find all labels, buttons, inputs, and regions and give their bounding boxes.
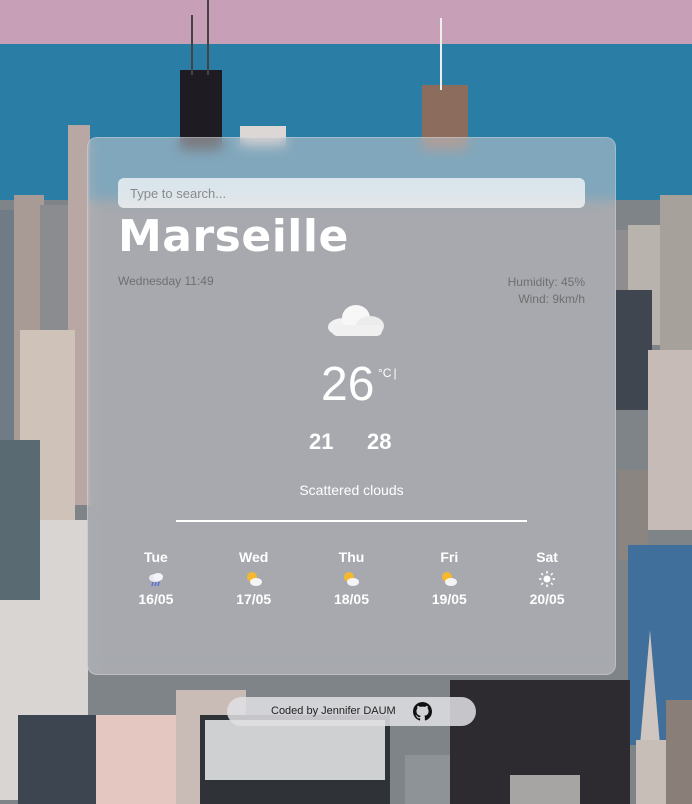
- forecast-day: Tue 16/05: [107, 549, 205, 607]
- credit-text: Coded by Jennifer DAUM: [271, 705, 396, 717]
- forecast-date: 19/05: [431, 591, 467, 607]
- forecast-day-name: Fri: [440, 549, 459, 565]
- cloud-icon: [328, 305, 384, 336]
- divider: [176, 520, 527, 522]
- forecast-date: 20/05: [529, 591, 565, 607]
- forecast-day: Thu 18/05: [303, 549, 401, 607]
- min-temperature: 21: [309, 429, 334, 454]
- search-input[interactable]: [118, 178, 585, 208]
- forecast-day: Fri 19/05: [400, 549, 498, 607]
- footer-credit: Coded by Jennifer DAUM: [227, 697, 476, 726]
- city-name: Marseille: [118, 211, 349, 262]
- forecast-date: 18/05: [333, 591, 370, 607]
- rain-cloud-icon: [148, 573, 163, 587]
- forecast-day-name: Sat: [536, 549, 558, 565]
- current-temperature: 26: [321, 358, 375, 411]
- sun-icon: [539, 571, 556, 587]
- forecast-list: Tue 16/05 Wed 17/05 Thu 18/05 Fri 19/05 …: [107, 549, 596, 607]
- unit-separator: |: [393, 366, 397, 380]
- forecast-day-name: Tue: [143, 549, 168, 565]
- wind-text: Wind: 9km/h: [518, 292, 585, 306]
- max-temperature: 28: [367, 429, 392, 454]
- forecast-day-name: Thu: [338, 549, 365, 565]
- sun-cloud-icon: [246, 572, 262, 586]
- weather-card: Marseille Wednesday 11:49 Humidity: 45% …: [87, 137, 616, 675]
- forecast-date: 17/05: [236, 591, 272, 607]
- humidity-text: Humidity: 45%: [507, 275, 585, 289]
- temperature-unit: °C |: [378, 366, 397, 380]
- date-time: Wednesday 11:49: [118, 274, 214, 288]
- sun-cloud-icon: [442, 572, 458, 586]
- unit-celsius[interactable]: °C: [378, 366, 391, 380]
- github-icon[interactable]: [413, 702, 432, 721]
- forecast-day-name: Wed: [239, 549, 269, 565]
- weather-description: Scattered clouds: [299, 482, 404, 498]
- forecast-date: 16/05: [138, 591, 174, 607]
- forecast-day: Wed 17/05: [205, 549, 303, 607]
- forecast-day: Sat 20/05: [498, 549, 596, 607]
- sun-cloud-icon: [344, 572, 360, 586]
- conditions-details: Humidity: 45% Wind: 9km/h: [508, 274, 585, 308]
